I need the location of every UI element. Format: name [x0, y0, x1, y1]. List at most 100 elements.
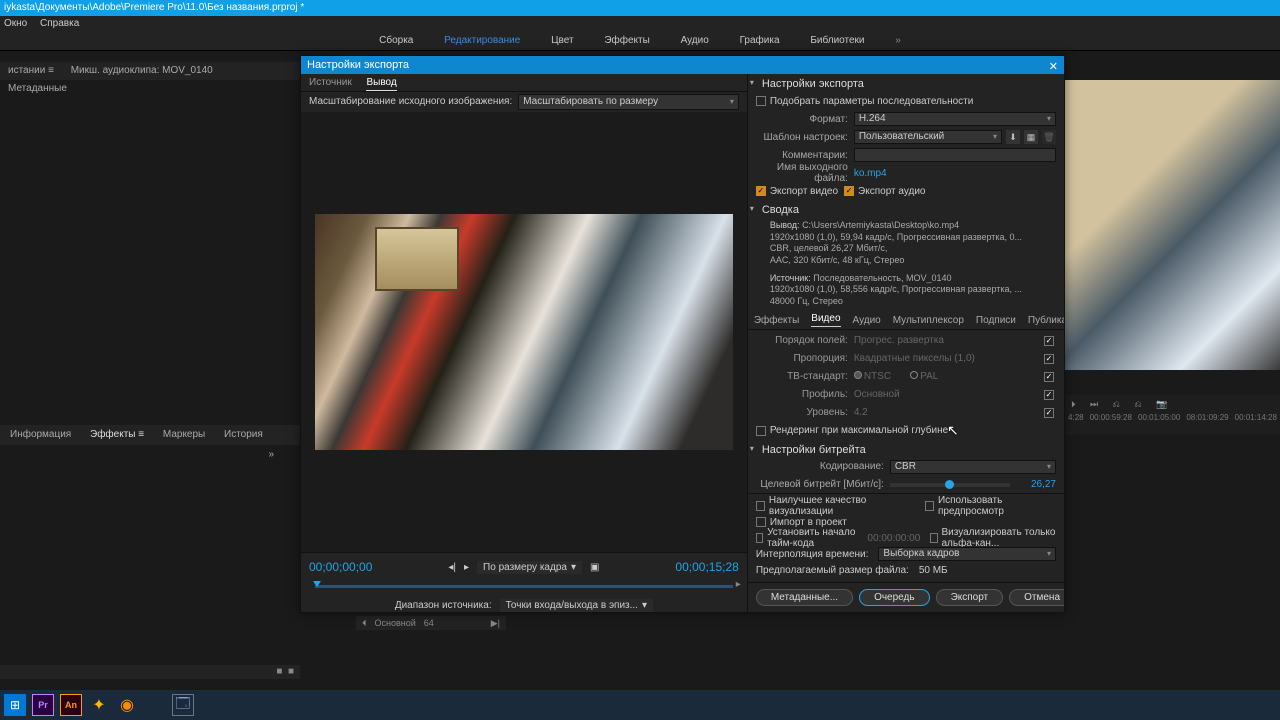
queue-button[interactable]: Очередь: [859, 589, 930, 606]
export-preview-pane: Источник Вывод Масштабирование исходного…: [301, 74, 748, 612]
taskbar-app-icon[interactable]: ✦: [88, 694, 110, 716]
preset-select[interactable]: Пользовательский: [854, 130, 1002, 144]
menu-window[interactable]: Окно: [4, 18, 27, 29]
format-select[interactable]: H.264: [854, 112, 1056, 126]
menu-help[interactable]: Справка: [40, 18, 79, 29]
preset-save-icon[interactable]: ⬇: [1006, 130, 1020, 144]
section-export-settings[interactable]: Настройки экспорта: [748, 74, 1064, 92]
preset-delete-icon[interactable]: 🗑: [1042, 130, 1056, 144]
workspace-tab-graphics[interactable]: Графика: [740, 35, 780, 46]
export-audio-checkbox[interactable]: Экспорт аудио: [844, 186, 925, 197]
taskbar-blender-icon[interactable]: ◉: [116, 694, 138, 716]
workspace-tab-effects[interactable]: Эффекты: [604, 35, 649, 46]
field-order-value[interactable]: Прогрес. развертка: [854, 335, 1036, 346]
set-timecode-checkbox[interactable]: Установить начало тайм-кода: [756, 527, 858, 549]
track-label: Основной: [375, 616, 416, 630]
preset-import-icon[interactable]: ▦: [1024, 130, 1038, 144]
workspace-tab-color[interactable]: Цвет: [551, 35, 573, 46]
time-interp-select[interactable]: Выборка кадров: [878, 547, 1056, 561]
start-button[interactable]: ⊞: [4, 694, 26, 716]
section-summary[interactable]: Сводка: [748, 200, 1064, 218]
summary-source: Источник: Последовательность, MOV_0140 1…: [748, 271, 1064, 312]
taskbar-animate-icon[interactable]: An: [60, 694, 82, 716]
timecode-in[interactable]: 00;00;00;00: [309, 560, 372, 574]
output-name-link[interactable]: ko.mp4: [854, 168, 887, 179]
section-bitrate[interactable]: Настройки битрейта: [748, 440, 1064, 458]
camera-icon[interactable]: 📷: [1156, 399, 1167, 409]
end-marker-icon[interactable]: ▶|: [491, 616, 500, 630]
source-range-select[interactable]: Точки входа/выхода в эпиз... ▾: [500, 599, 653, 612]
target-bitrate-value[interactable]: 26,27: [1016, 479, 1056, 490]
cancel-button[interactable]: Отмена: [1009, 589, 1064, 606]
taskbar-chrome-icon[interactable]: [144, 694, 166, 716]
alpha-only-checkbox[interactable]: Визуализировать только альфа-кан...: [930, 527, 1056, 549]
settings-tab-publish[interactable]: Публикац...: [1028, 315, 1064, 326]
settings-tab-captions[interactable]: Подписи: [976, 315, 1016, 326]
export-button[interactable]: Экспорт: [936, 589, 1004, 606]
dialog-titlebar[interactable]: Настройки экспорта ✕: [301, 56, 1064, 74]
profile-lock-checkbox[interactable]: [1044, 390, 1054, 400]
scrub-bar[interactable]: ▸: [309, 579, 739, 593]
track-toggle-icon[interactable]: ⏴: [362, 616, 367, 630]
panel-tab-markers[interactable]: Маркеры: [163, 429, 205, 440]
encoding-value: CBR: [895, 460, 916, 474]
crop-icon[interactable]: ▣: [590, 562, 599, 573]
tv-pal-radio[interactable]: PAL: [910, 371, 938, 382]
settings-tab-multiplexer[interactable]: Мультиплексор: [893, 315, 964, 326]
panel-tab-history[interactable]: История: [224, 429, 263, 440]
panel-tab-more-icon[interactable]: »: [268, 445, 274, 465]
playback-icon[interactable]: ⏵: [1071, 399, 1076, 409]
workspace-tab-audio[interactable]: Аудио: [681, 35, 709, 46]
tv-ntsc-radio[interactable]: NTSC: [854, 371, 891, 382]
tool-icon[interactable]: ⎌: [1134, 399, 1141, 409]
scale-select[interactable]: Масштабировать по размеру: [518, 94, 739, 110]
source-tab-unknown[interactable]: истании ≡: [8, 65, 54, 76]
encoding-select[interactable]: CBR: [890, 460, 1056, 474]
target-bitrate-slider[interactable]: [890, 483, 1010, 487]
video-settings: Порядок полей: Прогрес. развертка Пропор…: [748, 330, 1064, 493]
match-sequence-checkbox[interactable]: Подобрать параметры последовательности: [756, 96, 974, 107]
best-quality-checkbox[interactable]: Наилучшее качество визуализации: [756, 495, 915, 517]
preview-controls: 00;00;00;00 ◂| ▸ По размеру кадра ▾ ▣ 00…: [301, 552, 747, 612]
workspace-tab-editing[interactable]: Редактирование: [444, 35, 520, 46]
settings-tab-effects[interactable]: Эффекты: [754, 315, 799, 326]
taskbar-premiere-icon[interactable]: Pr: [32, 694, 54, 716]
panel-tab-info[interactable]: Информация: [10, 429, 71, 440]
taskbar-explorer-icon[interactable]: 🗔: [172, 694, 194, 716]
fit-select[interactable]: По размеру кадра ▾: [477, 561, 582, 574]
settings-tab-audio[interactable]: Аудио: [853, 315, 881, 326]
source-tab-metadata[interactable]: Метаданные: [8, 83, 67, 94]
settings-tab-video[interactable]: Видео: [811, 313, 840, 327]
comments-input[interactable]: [854, 148, 1056, 162]
step-back-icon[interactable]: ◂|: [448, 562, 456, 573]
playhead-icon[interactable]: [313, 581, 321, 587]
aspect-value[interactable]: Квадратные пикселы (1,0): [854, 353, 1036, 364]
tv-lock-checkbox[interactable]: [1044, 372, 1054, 382]
export-video-checkbox[interactable]: Экспорт видео: [756, 186, 838, 197]
aspect-lock-checkbox[interactable]: [1044, 354, 1054, 364]
metadata-button[interactable]: Метаданные...: [756, 589, 853, 606]
panel-tab-effects[interactable]: Эффекты ≡: [90, 429, 144, 440]
source-tab-audio-mixer[interactable]: Микш. аудиоклипа: MOV_0140: [71, 65, 213, 76]
use-preview-label: Использовать предпросмотр: [938, 495, 1056, 517]
max-depth-checkbox[interactable]: Рендеринг при максимальной глубине: [756, 425, 948, 436]
tool-icon[interactable]: ⎌: [1113, 399, 1120, 409]
preview-tab-source[interactable]: Источник: [309, 77, 352, 88]
workspace-tab-libraries[interactable]: Библиотеки: [810, 35, 864, 46]
level-value[interactable]: 4.2: [854, 407, 1036, 418]
import-project-checkbox[interactable]: Импорт в проект: [756, 517, 847, 528]
profile-value[interactable]: Основной: [854, 389, 1036, 400]
workspace-tab-assembly[interactable]: Сборка: [379, 35, 413, 46]
play-icon[interactable]: ▸: [464, 562, 469, 573]
use-preview-checkbox[interactable]: Использовать предпросмотр: [925, 495, 1056, 517]
program-monitor-preview: [1065, 80, 1280, 370]
timecode-out[interactable]: 00;00;15;28: [675, 560, 738, 574]
workspace-tab-more-icon[interactable]: »: [895, 35, 901, 46]
preset-label: Шаблон настроек:: [756, 132, 848, 143]
preview-tab-output[interactable]: Вывод: [366, 77, 396, 91]
step-icon[interactable]: ⏭: [1090, 399, 1098, 409]
preview-tabs: Источник Вывод: [301, 74, 747, 92]
level-lock-checkbox[interactable]: [1044, 408, 1054, 418]
field-order-lock-checkbox[interactable]: [1044, 336, 1054, 346]
import-project-label: Импорт в проект: [770, 517, 847, 528]
